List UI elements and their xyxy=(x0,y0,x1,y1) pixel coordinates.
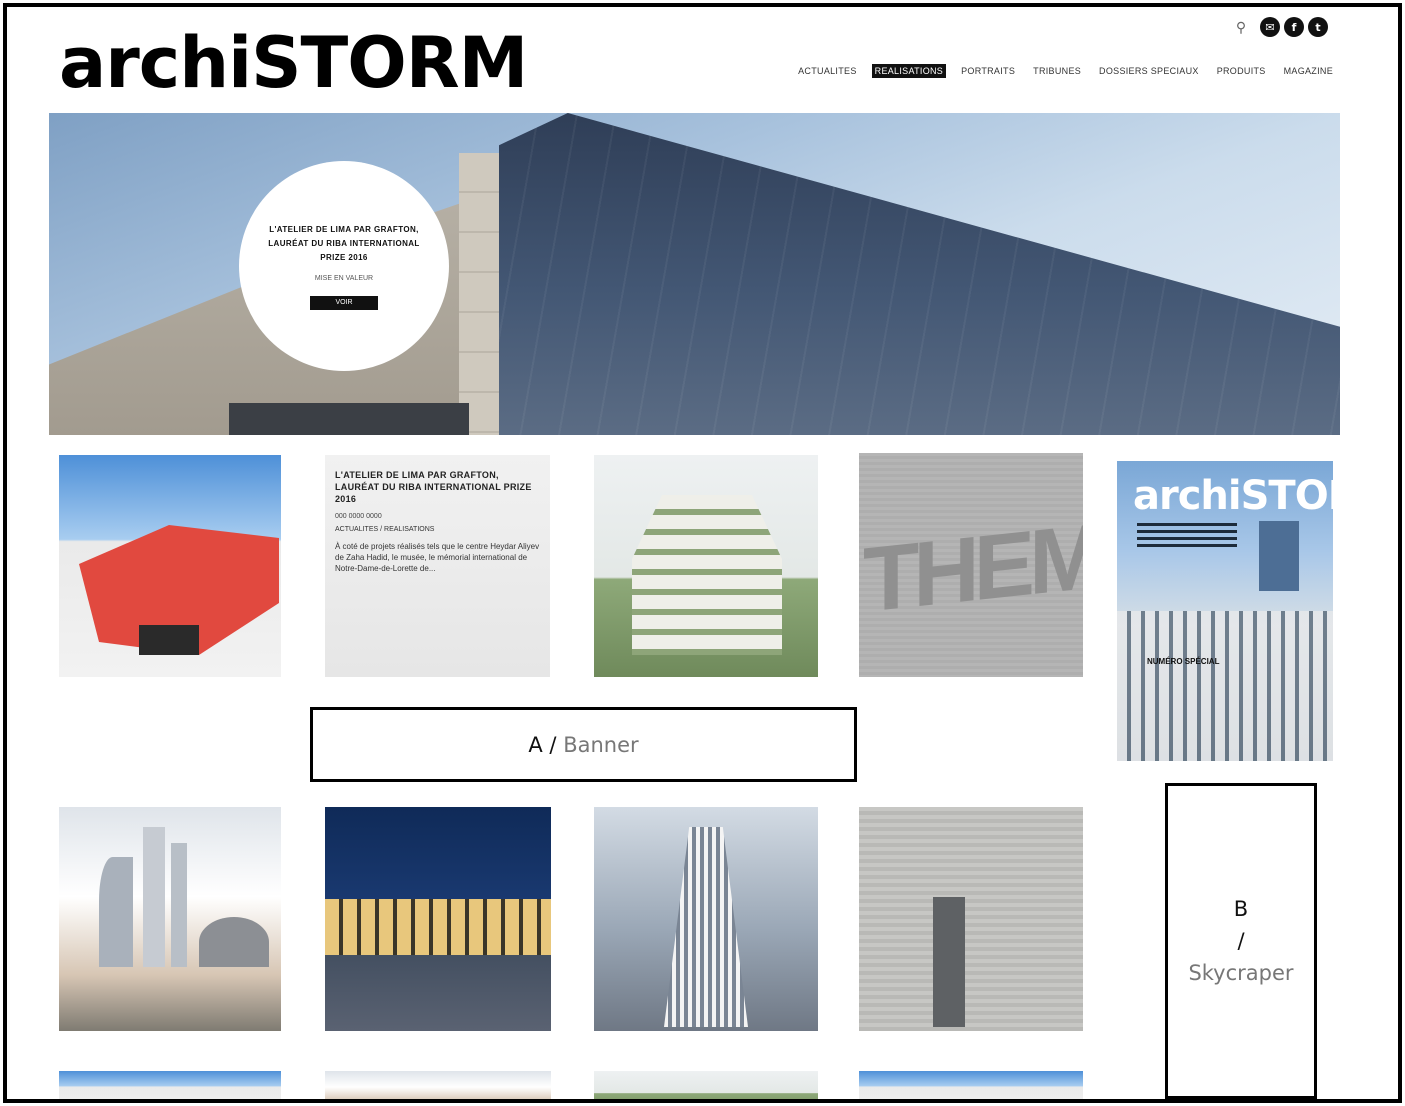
project-tile-peek-1[interactable] xyxy=(59,1071,281,1099)
article-category[interactable]: ACTUALITES / REALISATIONS xyxy=(335,526,540,533)
tower xyxy=(143,827,165,967)
ad-b-name: Skycraper xyxy=(1188,961,1294,985)
lit-building xyxy=(325,899,551,955)
article-title[interactable]: L'ATELIER DE LIMA PAR GRAFTON, LAURÉAT D… xyxy=(335,469,540,505)
project-tile-night-campus[interactable] xyxy=(325,807,551,1031)
page-frame: archiSTORM ⚲ ✉ f t ACTUALITES REALISATIO… xyxy=(3,3,1402,1103)
hero-caption-circle: L'ATELIER DE LIMA PAR GRAFTON, LAURÉAT D… xyxy=(239,161,449,371)
hero-voir-button[interactable]: VOIR xyxy=(310,295,378,310)
search-icon[interactable]: ⚲ xyxy=(1232,18,1250,36)
tower xyxy=(99,857,133,967)
hero-banner[interactable]: L'ATELIER DE LIMA PAR GRAFTON, LAURÉAT D… xyxy=(49,113,1340,435)
nav-item-produits[interactable]: PRODUITS xyxy=(1214,64,1269,78)
hero-roof xyxy=(499,113,1340,435)
article-excerpt: À coté de projets réalisés tels que le c… xyxy=(335,542,540,573)
ad-a-name: Banner xyxy=(563,732,639,757)
header-utilities: ⚲ ✉ f t xyxy=(1232,17,1328,37)
project-tile-green-building[interactable] xyxy=(594,455,818,677)
nav-item-actualites[interactable]: ACTUALITES xyxy=(795,64,860,78)
magazine-tower xyxy=(1259,521,1299,591)
dome xyxy=(199,917,269,967)
project-tile-peek-3[interactable] xyxy=(594,1071,818,1099)
nav-item-tribunes[interactable]: TRIBUNES xyxy=(1030,64,1084,78)
ad-b-letter: B xyxy=(1233,897,1249,921)
ad-b-separator: / xyxy=(1237,929,1245,953)
nav-item-magazine[interactable]: MAGAZINE xyxy=(1281,64,1336,78)
article-tile[interactable]: L'ATELIER DE LIMA PAR GRAFTON, LAURÉAT D… xyxy=(325,455,550,677)
nav-item-portraits[interactable]: PORTRAITS xyxy=(958,64,1018,78)
project-tile-peek-4[interactable] xyxy=(859,1071,1083,1099)
hero-title: L'ATELIER DE LIMA PAR GRAFTON, LAURÉAT D… xyxy=(268,224,420,262)
main-nav: ACTUALITES REALISATIONS PORTRAITS TRIBUN… xyxy=(795,64,1336,78)
tower xyxy=(171,843,187,967)
twitter-icon[interactable]: t xyxy=(1308,17,1328,37)
article-date: 000 0000 0000 xyxy=(335,513,382,520)
site-logo[interactable]: archiSTORM xyxy=(59,23,528,103)
project-tile-walkway[interactable] xyxy=(594,807,818,1031)
project-tile-towers[interactable] xyxy=(59,807,281,1031)
magazine-special-label: NUMÉRO SPÉCIAL xyxy=(1147,657,1220,666)
terraced-building xyxy=(632,495,782,655)
nav-item-realisations[interactable]: REALISATIONS xyxy=(871,64,947,78)
project-tile-themo[interactable]: THEMO xyxy=(859,453,1083,677)
magazine-cover[interactable]: archiSTORM NUMÉRO SPÉCIAL xyxy=(1117,461,1333,761)
magazine-facade xyxy=(1117,611,1333,761)
envelope-icon[interactable]: ✉ xyxy=(1260,17,1280,37)
hero-window xyxy=(229,403,469,435)
hero-subtitle: MISE EN VALEUR xyxy=(314,274,374,282)
facebook-icon[interactable]: f xyxy=(1284,17,1304,37)
ad-slot-banner[interactable]: A / Banner xyxy=(310,707,857,782)
project-tile-stone-facade[interactable] xyxy=(859,807,1083,1031)
entrance xyxy=(139,625,199,655)
facade-lettering: THEMO xyxy=(863,498,1083,632)
magazine-headlines xyxy=(1137,523,1237,551)
project-tile-peek-2[interactable] xyxy=(325,1071,551,1099)
ad-a-letter: A xyxy=(528,732,543,757)
ad-a-separator: / xyxy=(549,732,557,757)
nav-item-dossiers-speciaux[interactable]: DOSSIERS SPECIAUX xyxy=(1096,64,1202,78)
magazine-title: archiSTORM xyxy=(1133,473,1333,519)
facade-window xyxy=(933,897,965,1027)
ad-slot-skyscraper[interactable]: B / Skycraper xyxy=(1165,783,1317,1099)
covered-walkway xyxy=(664,827,748,1027)
project-tile-red-building[interactable] xyxy=(59,455,281,677)
